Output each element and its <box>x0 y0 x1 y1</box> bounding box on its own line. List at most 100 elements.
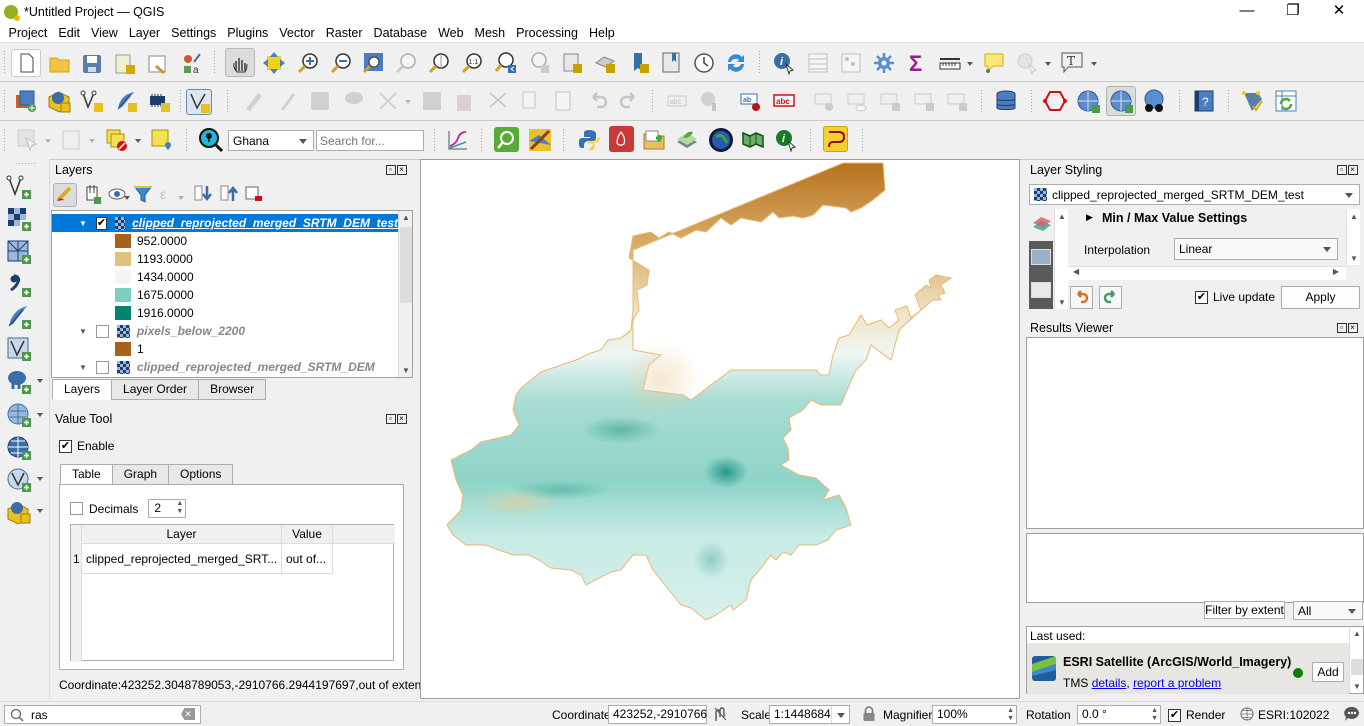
annotation-dropdown-icon[interactable] <box>1045 62 1051 66</box>
styling-h-scrollbar[interactable]: ◀ ▶ <box>1068 266 1346 280</box>
vertex-tool-icon[interactable] <box>376 89 400 113</box>
shapes-tool-icon[interactable] <box>823 126 848 152</box>
diagram-icon[interactable] <box>698 89 722 113</box>
add-postgis-layer-icon[interactable] <box>6 369 31 394</box>
undo-icon[interactable] <box>585 89 609 113</box>
enable-checkbox-row[interactable]: ✔ Enable <box>59 439 114 453</box>
minimize-button[interactable]: — <box>1224 0 1270 23</box>
toolbar-grip[interactable] <box>1030 89 1034 113</box>
select-dropdown-icon[interactable] <box>45 139 51 143</box>
copy-icon[interactable] <box>518 89 542 113</box>
menu-plugins[interactable]: Plugins <box>222 26 274 40</box>
wms-dropdown-icon[interactable] <box>37 413 43 417</box>
menu-mesh[interactable]: Mesh <box>469 26 511 40</box>
georeferencer-icon[interactable] <box>527 127 551 151</box>
processing-toolbox-icon[interactable] <box>872 51 896 75</box>
select-by-expression-icon[interactable] <box>105 128 129 152</box>
zoom-out-icon[interactable] <box>329 51 353 75</box>
new-geopackage-icon[interactable] <box>47 89 71 113</box>
messages-icon[interactable] <box>1343 705 1361 723</box>
collapse-arrow-icon[interactable]: ▶ <box>1086 212 1093 223</box>
scale-select[interactable]: 1:1448684 <box>769 705 850 724</box>
add-wms-layer-icon[interactable] <box>1076 89 1100 113</box>
manage-visibility-icon[interactable] <box>107 183 131 207</box>
clear-search-icon[interactable]: ✕ <box>181 708 195 720</box>
minmax-section-label[interactable]: Min / Max Value Settings <box>1102 211 1247 225</box>
toolbar-grip[interactable] <box>758 50 762 74</box>
earth-engine-icon[interactable] <box>708 127 733 152</box>
toolbar-grip[interactable] <box>651 89 655 113</box>
crs-label[interactable]: ESRI:102022 <box>1258 708 1329 722</box>
topology-checker-icon[interactable] <box>1240 89 1264 113</box>
toolbar-grip[interactable] <box>3 128 7 152</box>
menu-settings[interactable]: Settings <box>166 26 222 40</box>
add-mesh-layer-icon[interactable] <box>6 239 31 264</box>
python-console-icon[interactable] <box>577 128 601 152</box>
add-delimited-text-layer-icon[interactable] <box>6 272 31 297</box>
menu-web[interactable]: Web <box>433 26 469 40</box>
enable-checkbox[interactable]: ✔ <box>59 439 72 453</box>
search-plugin-icon[interactable] <box>494 127 519 152</box>
wms-search-icon[interactable] <box>1106 86 1136 116</box>
menu-database[interactable]: Database <box>368 26 433 40</box>
location-select[interactable]: Ghana <box>228 130 314 151</box>
zoom-in-icon[interactable] <box>296 51 320 75</box>
new-print-layout-icon[interactable] <box>113 52 137 76</box>
last-used-scrollbar[interactable]: ▲ ▼ <box>1349 627 1363 693</box>
help-icon[interactable]: ? <box>1192 89 1216 113</box>
pin-labels-icon[interactable] <box>812 89 836 113</box>
details-link[interactable]: details <box>1092 676 1127 690</box>
add-geonode-layer-icon[interactable] <box>6 499 31 525</box>
filter-by-extent-button[interactable]: Filter by extent <box>1204 601 1285 619</box>
change-label-icon[interactable] <box>945 89 969 113</box>
undo-style-button[interactable] <box>1070 286 1093 309</box>
tab-histogram[interactable] <box>1031 282 1051 298</box>
zoom-full-icon[interactable] <box>361 51 385 75</box>
close-panel-icon[interactable]: × <box>397 414 407 424</box>
label-options-icon[interactable]: abc <box>772 89 796 113</box>
annotation-icon[interactable] <box>1015 51 1039 76</box>
import-data-icon[interactable] <box>642 128 666 152</box>
expand-all-icon[interactable] <box>192 183 216 207</box>
layer-visibility-checkbox[interactable] <box>95 360 109 374</box>
toggle-extents-icon[interactable] <box>712 706 728 722</box>
text-annotation-dropdown-icon[interactable] <box>1091 62 1097 66</box>
layer-labeling-icon[interactable]: ab <box>738 89 762 113</box>
styling-v-scrollbar[interactable]: ▲ ▼ <box>1346 209 1360 265</box>
menu-edit[interactable]: Edit <box>53 26 86 40</box>
redo-icon[interactable] <box>618 89 642 113</box>
close-window-button[interactable]: ✕ <box>1316 0 1362 23</box>
new-spatialite-layer-icon[interactable] <box>186 89 212 115</box>
spin-arrows-icon[interactable]: ▲ ▼ <box>1151 707 1158 722</box>
close-panel-icon[interactable]: × <box>1348 165 1358 175</box>
toolbar-grip[interactable] <box>15 162 35 166</box>
new-shapefile-icon[interactable] <box>80 89 104 113</box>
toolbar-grip[interactable] <box>3 50 7 74</box>
sum-icon[interactable]: Σ <box>905 51 929 76</box>
new-temporary-scratch-layer-icon[interactable] <box>114 89 138 113</box>
crs-globe-icon[interactable] <box>1240 707 1254 721</box>
paste-icon[interactable] <box>551 89 575 113</box>
results-viewer-list[interactable] <box>1026 337 1364 529</box>
modify-attributes-icon[interactable] <box>420 89 444 113</box>
expand-arrow-icon[interactable]: ▼ <box>79 219 87 228</box>
new-3d-map-icon[interactable] <box>593 51 617 75</box>
style-layer-icon[interactable] <box>53 183 77 207</box>
table-refresh-icon[interactable] <box>1274 89 1298 113</box>
zoom-next-icon[interactable] <box>527 51 551 75</box>
tab-transparency[interactable] <box>1031 249 1051 265</box>
render-checkbox-row[interactable]: ✔ <box>1168 707 1181 722</box>
menu-help[interactable]: Help <box>583 26 620 40</box>
locator-search-box[interactable]: ras ✕ <box>4 705 201 724</box>
add-group-icon[interactable] <box>81 183 105 207</box>
new-project-icon[interactable] <box>11 49 41 77</box>
select-features-icon[interactable] <box>16 128 40 152</box>
toolbar-grip[interactable] <box>861 128 865 152</box>
save-project-icon[interactable] <box>80 52 104 76</box>
column-header-value[interactable]: Value <box>282 525 333 544</box>
save-edits-icon[interactable] <box>308 89 332 113</box>
row-layer-cell[interactable]: clipped_reprojected_merged_SRT... <box>82 544 282 574</box>
layer-row-pixels-below[interactable]: ▼ pixels_below_2200 <box>52 322 398 340</box>
digitize-icon[interactable] <box>342 89 366 113</box>
zoom-last-icon[interactable] <box>494 51 518 75</box>
